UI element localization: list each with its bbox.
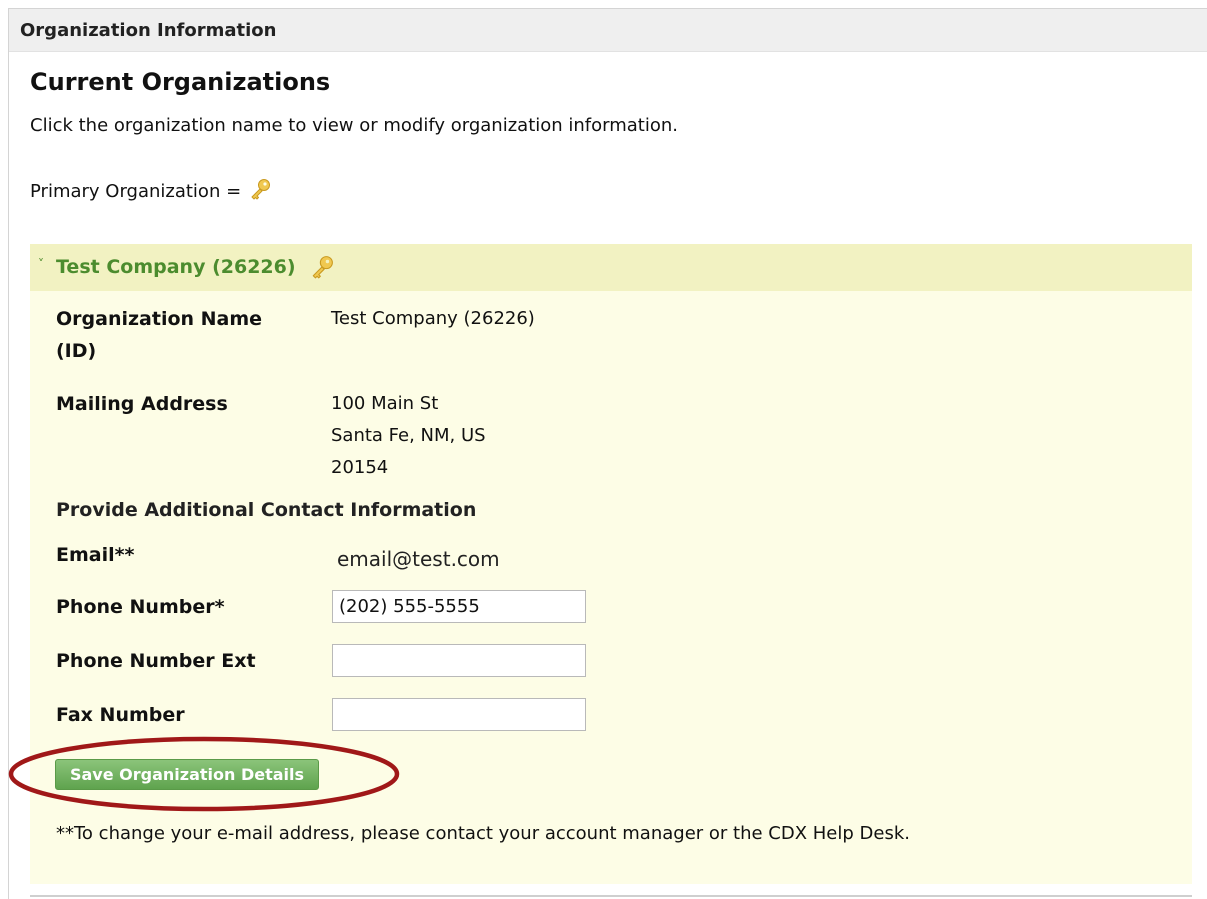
phone-ext-input[interactable]	[332, 644, 586, 677]
key-icon	[310, 255, 334, 283]
org-name-value: Test Company (26226)	[331, 308, 535, 329]
phone-number-input[interactable]	[332, 590, 586, 623]
address-line-3: 20154	[331, 457, 389, 478]
primary-org-legend: Primary Organization =	[30, 178, 271, 205]
org-name-label: Organization Name (ID)	[56, 303, 262, 367]
primary-org-label: Primary Organization =	[30, 181, 242, 202]
phone-ext-label: Phone Number Ext	[56, 650, 256, 672]
bottom-divider	[30, 895, 1192, 897]
email-label: Email**	[56, 544, 135, 566]
email-footnote: **To change your e-mail address, please …	[56, 823, 910, 844]
address-line-1: 100 Main St	[331, 393, 439, 414]
fax-label: Fax Number	[56, 704, 185, 726]
chevron-down-icon[interactable]: ˅	[38, 257, 44, 271]
panel-title: Organization Information	[20, 20, 277, 41]
phone-label: Phone Number*	[56, 596, 225, 618]
key-icon	[249, 178, 271, 205]
page-title: Current Organizations	[30, 68, 331, 96]
organization-name-link[interactable]: Test Company (26226)	[56, 256, 296, 278]
contact-section-title: Provide Additional Contact Information	[56, 499, 477, 521]
save-organization-button[interactable]: Save Organization Details	[55, 759, 319, 790]
org-name-label-line2: (ID)	[56, 340, 97, 362]
mailing-address-label: Mailing Address	[56, 393, 228, 415]
email-value: email@test.com	[337, 547, 500, 571]
intro-text: Click the organization name to view or m…	[30, 115, 678, 136]
org-name-label-line1: Organization Name	[56, 308, 263, 330]
address-line-2: Santa Fe, NM, US	[331, 425, 486, 446]
panel-header: Organization Information	[9, 9, 1207, 52]
organization-accordion-header[interactable]: ˅ Test Company (26226)	[30, 244, 1192, 291]
mailing-address-value: 100 Main St Santa Fe, NM, US 20154	[331, 388, 486, 484]
fax-number-input[interactable]	[332, 698, 586, 731]
